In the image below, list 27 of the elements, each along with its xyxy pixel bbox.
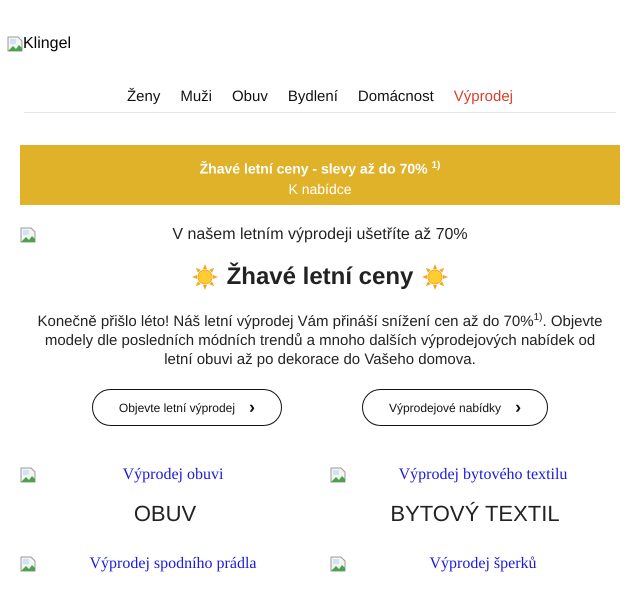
category-image-link[interactable]: Výprodej bytového textilu (346, 466, 620, 484)
nav-link[interactable]: Obuv (232, 86, 268, 108)
banner-headline: Žhavé letní ceny - slevy až do 70% $^{1)}$ (198, 159, 442, 179)
intro-paragraph: Konečně přišlo léto! Náš letní výprodej Vám přináší snížení cen až do 70%$^{1)}$. Objevte modely dle posledních módních trendů a mnoho dalších výprodejových nabídek od letní obuvi až po dekorace do Vašeho domova. (36, 312, 604, 369)
sun-icon (190, 263, 219, 291)
broken-image-icon (330, 467, 346, 483)
sun-icon (421, 263, 450, 291)
nav-link[interactable]: Muži (180, 86, 212, 108)
broken-image-icon (20, 467, 36, 483)
broken-image-icon (20, 556, 36, 572)
category-image-link[interactable]: Výprodej obuvi (36, 466, 310, 484)
logo-alt-text: Klingel (23, 35, 72, 53)
cta-button[interactable]: Objevte letní výprodej › (92, 389, 282, 426)
nav-link[interactable]: Domácnost (358, 86, 434, 108)
broken-image-icon (7, 36, 23, 52)
category-title: OBUV (132, 501, 198, 527)
broken-image-icon (330, 556, 346, 572)
image-alt-text: V našem letním výprodeji ušetříte až 70% (171, 226, 469, 244)
nav-link[interactable]: Ženy (126, 86, 160, 108)
category-image-link[interactable]: Výprodej spodního prádla (36, 555, 310, 573)
cta-button[interactable]: Výprodejové nabídky › (362, 389, 548, 426)
category-image-link[interactable]: Výprodej šperků (346, 555, 620, 573)
nav-link[interactable]: Výprodej (454, 86, 513, 108)
broken-image-icon (20, 227, 36, 243)
nav-link[interactable]: Bydlení (288, 86, 338, 108)
section-heading: Žhavé letní ceny (226, 262, 414, 292)
category-title: BYTOVÝ TEXTIL (389, 501, 561, 527)
